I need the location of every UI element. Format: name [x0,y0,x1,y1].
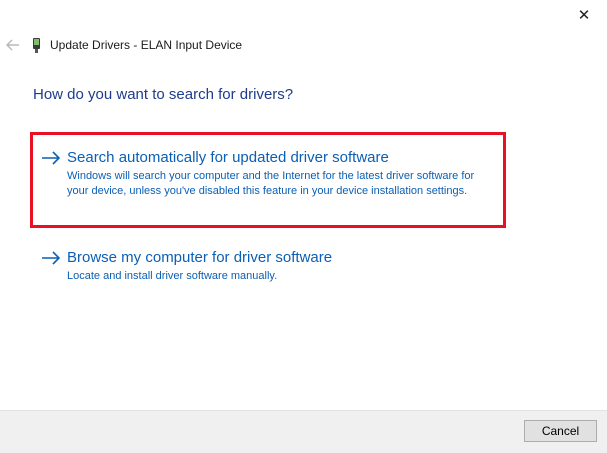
arrow-right-icon [42,251,61,265]
option-title: Browse my computer for driver software [67,249,333,266]
option-description: Locate and install driver software manua… [67,270,278,282]
browse-computer-option[interactable]: Browse my computer for driver software L… [30,244,506,294]
device-icon [32,37,41,53]
background-sliver [0,448,130,453]
back-arrow-glyph [6,39,19,51]
dialog-header: Update Drivers - ELAN Input Device [0,34,242,56]
cancel-button[interactable]: Cancel [524,420,597,442]
back-arrow-icon[interactable] [2,34,24,56]
option-title: Search automatically for updated driver … [67,149,389,166]
dialog-title: Update Drivers - ELAN Input Device [50,38,243,52]
close-icon[interactable]: ✕ [561,0,607,30]
page-heading: How do you want to search for drivers? [33,86,294,103]
update-drivers-dialog: ✕ Update Drivers - ELAN Input Device How… [0,0,607,453]
dialog-footer: Cancel [0,410,607,453]
option-description: Windows will search your computer and th… [67,170,475,197]
search-automatically-option[interactable]: Search automatically for updated driver … [30,132,506,228]
arrow-right-icon [42,151,61,165]
